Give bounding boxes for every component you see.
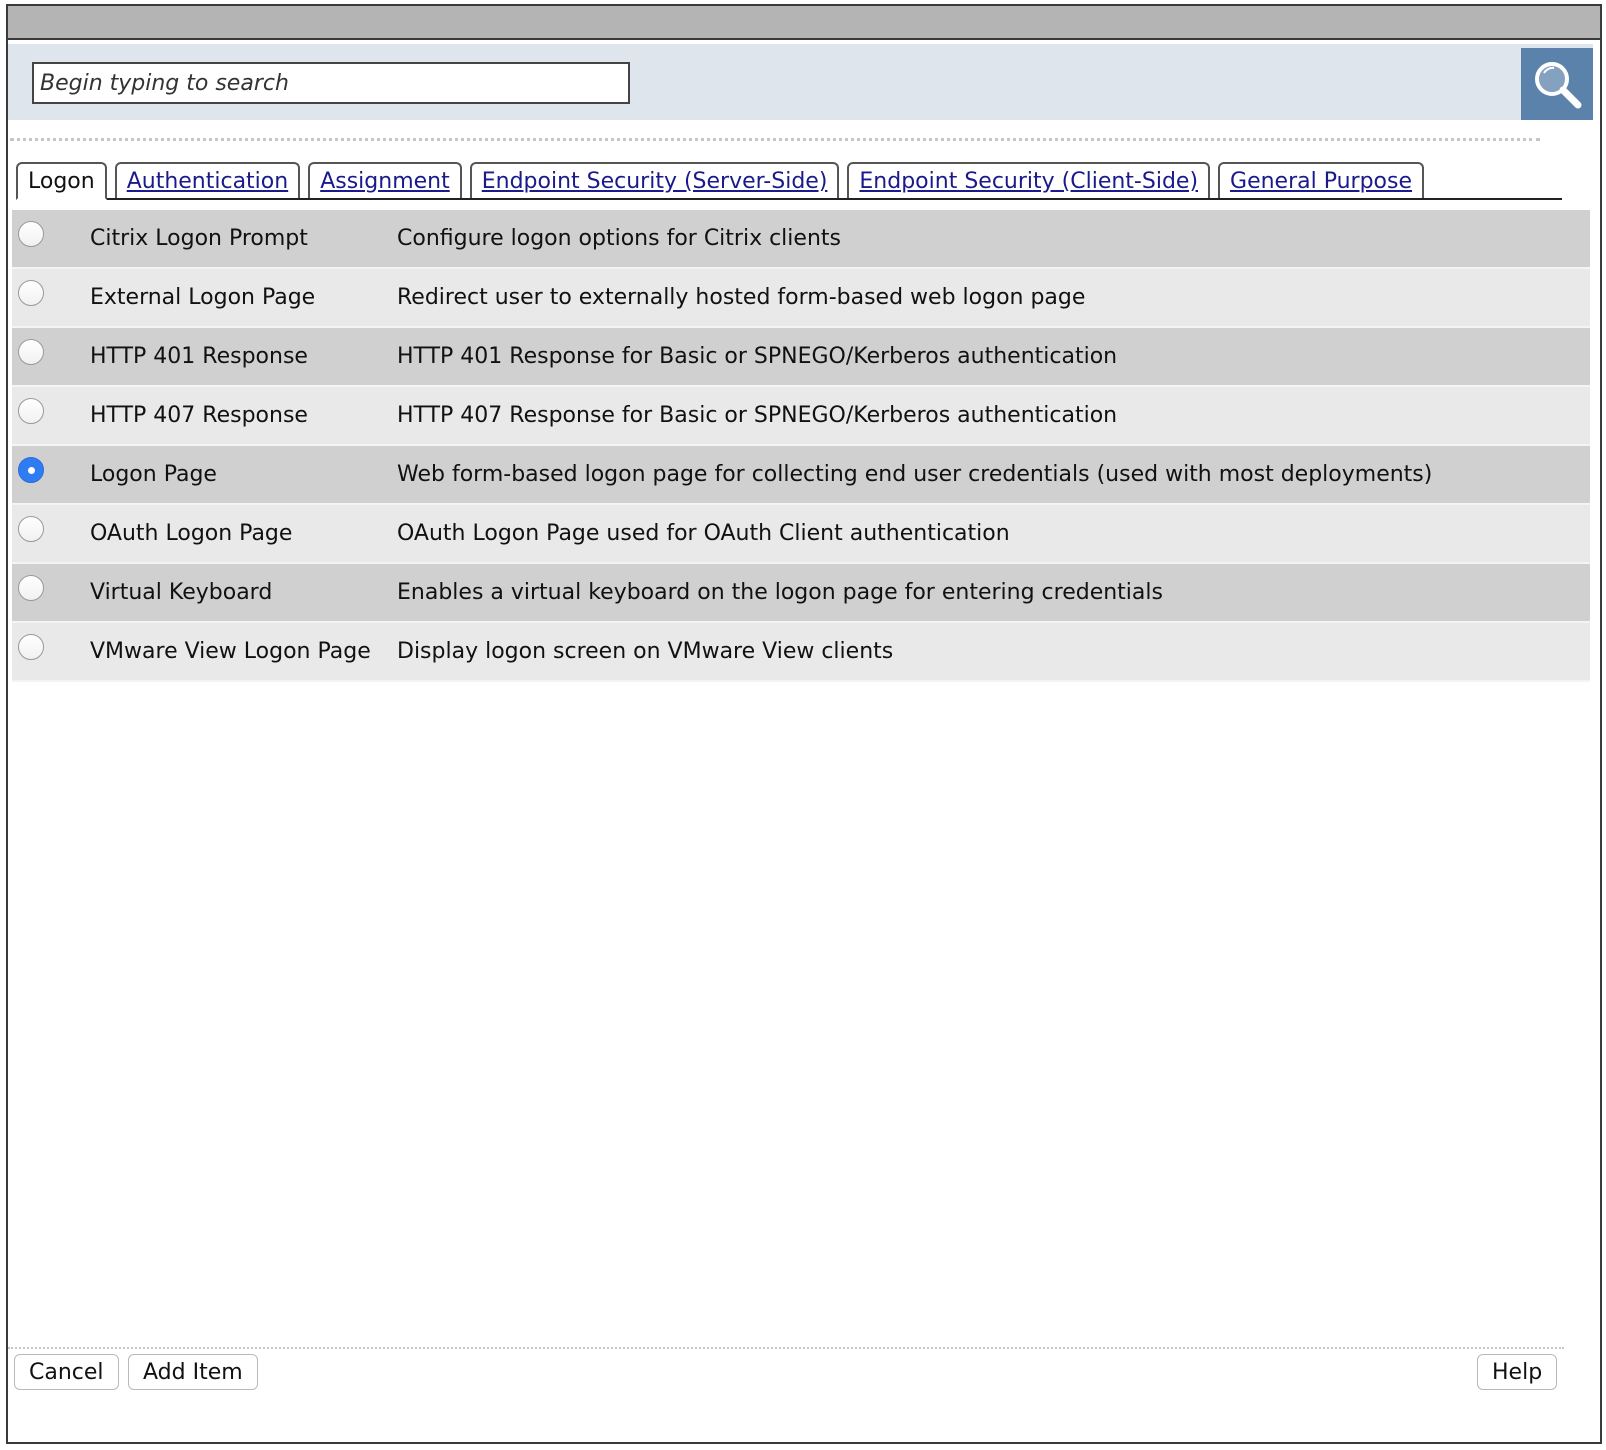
- list-item[interactable]: External Logon Page Redirect user to ext…: [12, 269, 1590, 328]
- search-button[interactable]: [1521, 48, 1593, 120]
- magnifier-icon: [1535, 62, 1582, 109]
- search-input[interactable]: [32, 62, 630, 104]
- item-name: External Logon Page: [90, 285, 316, 310]
- separator: [10, 138, 1540, 141]
- item-radio[interactable]: [18, 575, 44, 601]
- item-radio[interactable]: [18, 398, 44, 424]
- tab-label: Logon: [28, 168, 95, 194]
- tab-assignment[interactable]: Assignment: [308, 162, 462, 198]
- item-description: Configure logon options for Citrix clien…: [397, 226, 841, 251]
- item-name: VMware View Logon Page: [90, 639, 371, 664]
- item-description: Web form-based logon page for collecting…: [397, 462, 1433, 487]
- item-radio[interactable]: [18, 280, 44, 306]
- help-button[interactable]: Help: [1477, 1354, 1558, 1390]
- tab-label: General Purpose: [1230, 168, 1413, 194]
- list-item[interactable]: OAuth Logon Page OAuth Logon Page used f…: [12, 505, 1590, 564]
- category-tabs: Logon Authentication Assignment Endpoint…: [16, 160, 1562, 200]
- item-description: Redirect user to externally hosted form-…: [397, 285, 1086, 310]
- item-description: OAuth Logon Page used for OAuth Client a…: [397, 521, 1010, 546]
- item-name: Logon Page: [90, 462, 217, 487]
- item-description: HTTP 401 Response for Basic or SPNEGO/Ke…: [397, 344, 1118, 369]
- list-item[interactable]: Citrix Logon Prompt Configure logon opti…: [12, 210, 1590, 269]
- list-item[interactable]: HTTP 407 Response HTTP 407 Response for …: [12, 387, 1590, 446]
- tab-label: Assignment: [320, 168, 450, 194]
- search-bar: [8, 44, 1593, 120]
- item-description: Display logon screen on VMware View clie…: [397, 639, 894, 664]
- add-item-button[interactable]: Add Item: [128, 1354, 258, 1390]
- item-radio[interactable]: [18, 516, 44, 542]
- item-name: OAuth Logon Page: [90, 521, 293, 546]
- item-list: Citrix Logon Prompt Configure logon opti…: [12, 210, 1590, 682]
- list-item[interactable]: Virtual Keyboard Enables a virtual keybo…: [12, 564, 1590, 623]
- tab-endpoint-security-server-side[interactable]: Endpoint Security (Server-Side): [469, 162, 840, 198]
- item-radio[interactable]: [18, 634, 44, 660]
- item-name: Citrix Logon Prompt: [90, 226, 308, 251]
- tab-logon[interactable]: Logon: [16, 162, 107, 200]
- item-description: Enables a virtual keyboard on the logon …: [397, 580, 1163, 605]
- item-radio-selected[interactable]: [18, 457, 44, 483]
- item-radio[interactable]: [18, 221, 44, 247]
- tab-endpoint-security-client-side[interactable]: Endpoint Security (Client-Side): [847, 162, 1211, 198]
- list-item[interactable]: HTTP 401 Response HTTP 401 Response for …: [12, 328, 1590, 387]
- tab-authentication[interactable]: Authentication: [114, 162, 301, 198]
- list-item[interactable]: Logon Page Web form-based logon page for…: [12, 446, 1590, 505]
- tab-label: Endpoint Security (Client-Side): [859, 168, 1199, 194]
- item-description: HTTP 407 Response for Basic or SPNEGO/Ke…: [397, 403, 1118, 428]
- list-item[interactable]: VMware View Logon Page Display logon scr…: [12, 623, 1590, 682]
- item-name: HTTP 401 Response: [90, 344, 308, 369]
- tab-general-purpose[interactable]: General Purpose: [1218, 162, 1425, 198]
- tab-label: Authentication: [126, 168, 289, 194]
- item-name: HTTP 407 Response: [90, 403, 308, 428]
- item-name: Virtual Keyboard: [90, 580, 273, 605]
- cancel-button[interactable]: Cancel: [14, 1354, 119, 1390]
- footer-separator: [8, 1347, 1564, 1349]
- tab-label: Endpoint Security (Server-Side): [481, 168, 828, 194]
- dialog-titlebar[interactable]: [8, 6, 1600, 40]
- item-radio[interactable]: [18, 339, 44, 365]
